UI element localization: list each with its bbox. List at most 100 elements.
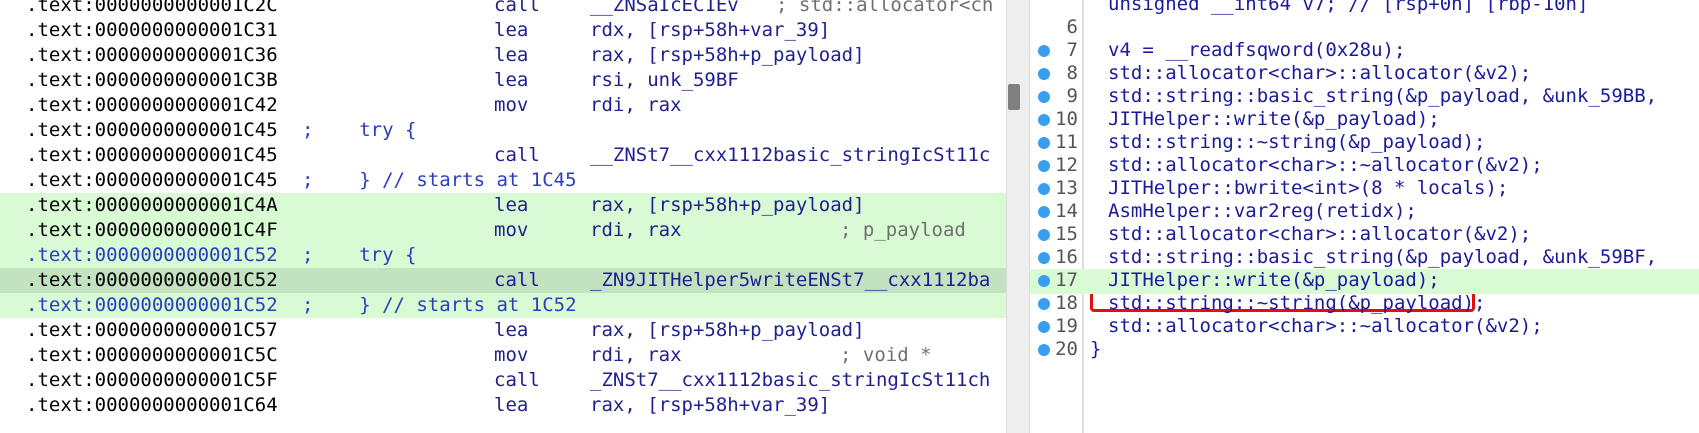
disasm-mnemonic: mov [494, 344, 529, 366]
line-number: 13 [1055, 177, 1078, 199]
disasm-address: .text:0000000000001C5C [26, 344, 278, 366]
breakpoint-dot-icon[interactable] [1038, 298, 1050, 310]
disasm-row[interactable]: .text:0000000000001C45 call __ZNSt7__cxx11… [0, 143, 1006, 168]
breakpoint-dot-icon[interactable] [1038, 252, 1050, 264]
disasm-row[interactable]: .text:0000000000001C45 ; try { [0, 118, 1006, 143]
disasm-address: .text:0000000000001C3B [26, 69, 278, 91]
breakpoint-dot-icon[interactable] [1038, 160, 1050, 172]
disasm-operands: rax, [rsp+58h+var_39] [590, 394, 831, 416]
line-number: 20 [1055, 338, 1078, 360]
disasm-comment: ; void * [840, 344, 932, 366]
disasm-operands: rdx, [rsp+58h+var_39] [590, 19, 831, 41]
disasm-row[interactable]: .text:0000000000001C31 lea rdx, [rsp+58h+v… [0, 18, 1006, 43]
disasm-block-comment: ; } // starts at 1C45 [302, 169, 577, 191]
pseudocode-text: std::string::~string(&p_payload); [1108, 131, 1486, 153]
disassembly-view[interactable]: .text:0000000000001C2C call __ZNSaIcEC1Ev;… [0, 0, 1006, 433]
disasm-row[interactable]: .text:0000000000001C52 call _ZN9JITHelper5… [0, 268, 1006, 293]
disasm-operands: __ZNSaIcEC1Ev [590, 0, 739, 16]
line-number: 12 [1055, 154, 1078, 176]
disasm-block-comment: ; } // starts at 1C52 [302, 294, 577, 316]
disasm-row[interactable]: .text:0000000000001C5C mov rdi, rax ; void … [0, 343, 1006, 368]
disasm-address: .text:0000000000001C52 [26, 294, 278, 316]
disasm-row[interactable]: .text:0000000000001C4A lea rax, [rsp+58h+p… [0, 193, 1006, 218]
disasm-row[interactable]: .text:0000000000001C52 ; } // starts at 1… [0, 293, 1006, 318]
disasm-row[interactable]: .text:0000000000001C42 mov rdi, rax [0, 93, 1006, 118]
disasm-operands: rax, [rsp+58h+p_payload] [590, 194, 865, 216]
disasm-operands: _ZN9JITHelper5writeENSt7__cxx1112ba [590, 269, 991, 291]
disasm-mnemonic: lea [494, 194, 529, 216]
disasm-address: .text:0000000000001C36 [26, 44, 278, 66]
disasm-row[interactable]: .text:0000000000001C2C call __ZNSaIcEC1Ev;… [0, 0, 1006, 18]
breakpoint-dot-icon[interactable] [1038, 91, 1050, 103]
disasm-row[interactable]: .text:0000000000001C57 lea rax, [rsp+58h+p… [0, 318, 1006, 343]
scrollbar-thumb[interactable] [1008, 84, 1020, 110]
pane-divider-scrollbar[interactable] [1006, 0, 1030, 433]
disasm-row[interactable]: .text:0000000000001C36 lea rax, [rsp+58h+p… [0, 43, 1006, 68]
disasm-address: .text:0000000000001C4A [26, 194, 278, 216]
breakpoint-dot-icon[interactable] [1038, 137, 1050, 149]
line-number: 9 [1066, 85, 1078, 107]
breakpoint-dot-icon[interactable] [1038, 321, 1050, 333]
breakpoint-dot-icon[interactable] [1038, 114, 1050, 126]
pseudocode-text: JITHelper::bwrite<int>(8 * locals); [1108, 177, 1509, 199]
disasm-row[interactable]: .text:0000000000001C4F mov rdi, rax ; p_pay… [0, 218, 1006, 243]
disasm-row[interactable]: .text:0000000000001C64 lea rax, [rsp+58h+v… [0, 393, 1006, 418]
disasm-operands: rdi, rax [590, 219, 682, 241]
breakpoint-dot-icon[interactable] [1038, 229, 1050, 241]
breakpoint-dot-icon[interactable] [1038, 183, 1050, 195]
disasm-mnemonic: mov [494, 94, 529, 116]
disasm-operands: __ZNSt7__cxx1112basic_stringIcSt11c [590, 144, 991, 166]
disasm-address: .text:0000000000001C64 [26, 394, 278, 416]
disasm-mnemonic: lea [494, 394, 529, 416]
disasm-block-comment: ; try { [302, 244, 417, 266]
disasm-operands: rax, [rsp+58h+p_payload] [590, 319, 865, 341]
disasm-address: .text:0000000000001C45 [26, 119, 278, 141]
breakpoint-dot-icon[interactable] [1038, 45, 1050, 57]
disasm-address: .text:0000000000001C5F [26, 369, 278, 391]
disasm-mnemonic: lea [494, 44, 529, 66]
line-number: 16 [1055, 246, 1078, 268]
breakpoint-dot-icon[interactable] [1038, 275, 1050, 287]
disasm-block-comment: ; try { [302, 119, 417, 141]
breakpoint-dot-icon[interactable] [1038, 344, 1050, 356]
disasm-row[interactable]: .text:0000000000001C5F call _ZNSt7__cxx111… [0, 368, 1006, 393]
disasm-address: .text:0000000000001C4F [26, 219, 278, 241]
pseudocode-text: } [1090, 338, 1102, 360]
disasm-mnemonic: lea [494, 69, 529, 91]
disasm-address: .text:0000000000001C52 [26, 244, 278, 266]
disasm-row[interactable]: .text:0000000000001C52 ; try { [0, 243, 1006, 268]
line-number: 17 [1055, 269, 1078, 291]
pseudocode-row[interactable] [1030, 338, 1699, 363]
disasm-address: .text:0000000000001C2C [26, 0, 278, 16]
disasm-operands: rsi, unk_59BF [590, 69, 739, 91]
line-number: 7 [1066, 39, 1078, 61]
disasm-row[interactable]: .text:0000000000001C45 ; } // starts at 1… [0, 168, 1006, 193]
disasm-row[interactable]: .text:0000000000001C3B lea rsi, unk_59BF [0, 68, 1006, 93]
disasm-mnemonic: call [494, 369, 540, 391]
disasm-mnemonic: lea [494, 319, 529, 341]
line-number: 8 [1066, 62, 1078, 84]
disasm-operands: rax, [rsp+58h+p_payload] [590, 44, 865, 66]
disasm-mnemonic: lea [494, 19, 529, 41]
disasm-address: .text:0000000000001C57 [26, 319, 278, 341]
disasm-mnemonic: call [494, 144, 540, 166]
line-number: 10 [1055, 108, 1078, 130]
pseudocode-text: std::string::basic_string(&p_payload, &u… [1108, 85, 1658, 107]
disasm-address: .text:0000000000001C31 [26, 19, 278, 41]
disasm-mnemonic: call [494, 269, 540, 291]
pseudocode-text: JITHelper::write(&p_payload); [1108, 269, 1440, 291]
pseudocode-text: std::string::basic_string(&p_payload, &u… [1108, 246, 1658, 268]
pseudocode-text: std::allocator<char>::~allocator(&v2); [1108, 315, 1543, 337]
pseudocode-text: unsigned __int64 v7; // [rsp+0h] [rbp-10… [1108, 0, 1589, 15]
line-number: 6 [1066, 16, 1078, 38]
breakpoint-dot-icon[interactable] [1038, 206, 1050, 218]
pseudocode-text: v4 = __readfsqword(0x28u); [1108, 39, 1406, 61]
pseudocode-text: std::allocator<char>::allocator(&v2); [1108, 62, 1532, 84]
pseudocode-row[interactable] [1030, 16, 1699, 41]
disasm-address: .text:0000000000001C42 [26, 94, 278, 116]
pseudocode-text: AsmHelper::var2reg(retidx); [1108, 200, 1417, 222]
breakpoint-dot-icon[interactable] [1038, 68, 1050, 80]
line-number: 18 [1055, 292, 1078, 314]
line-number: 14 [1055, 200, 1078, 222]
disasm-comment: ; p_payload [840, 219, 966, 241]
